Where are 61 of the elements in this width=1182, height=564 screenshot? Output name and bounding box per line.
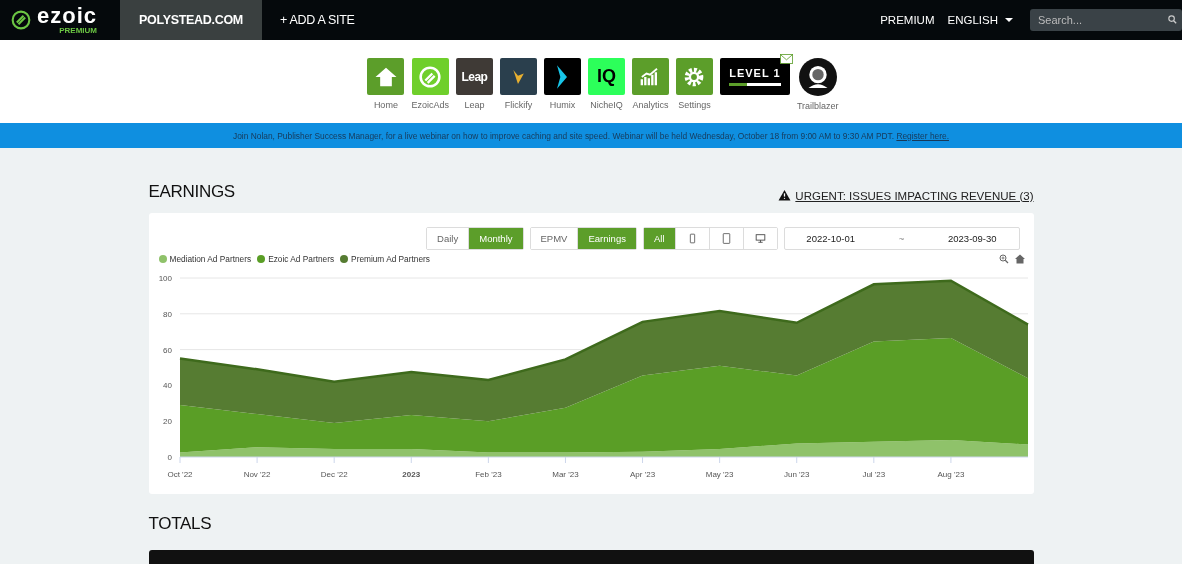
x-tick-label: Nov '22 <box>243 470 271 479</box>
app-label: Home <box>373 100 398 110</box>
x-tick-label: Jul '23 <box>861 470 885 479</box>
app-label: Flickify <box>504 100 533 110</box>
app-tile[interactable] <box>411 58 449 95</box>
y-tick-label: 80 <box>162 309 172 319</box>
section-title: EARNINGS <box>148 182 235 202</box>
legend-item[interactable]: Ezoic Ad Partners <box>257 254 335 264</box>
x-tick-label: Jun '23 <box>783 470 809 479</box>
app-tile[interactable] <box>675 58 713 95</box>
site-tab[interactable]: + ADD A SITE <box>262 0 373 40</box>
y-tick-label: 0 <box>167 453 172 462</box>
app-label: NicheIQ <box>590 100 623 110</box>
logo-icon <box>11 10 31 30</box>
date-range-field[interactable]: 2022-10-01 ~ 2023-09-30 <box>783 227 1020 250</box>
section-title: TOTALS <box>148 514 213 534</box>
avatar-icon[interactable] <box>798 58 837 96</box>
app-label: Trailblazer <box>796 101 839 111</box>
search-field[interactable]: Search... <box>1030 9 1182 31</box>
zoom-in-icon[interactable] <box>997 253 1010 265</box>
x-tick-label: May '23 <box>705 470 733 479</box>
app-label: EzoicAds <box>411 100 449 110</box>
logo-wordmark: ezoic <box>37 5 98 27</box>
site-tab[interactable]: POLYSTEAD.COM <box>120 0 262 40</box>
level-badge[interactable]: LEVEL 1 <box>719 58 790 95</box>
app-tile[interactable] <box>631 58 669 95</box>
app-tile[interactable] <box>367 58 405 95</box>
x-tick-label: Apr '23 <box>629 470 655 479</box>
nicheiq-tile[interactable]: IQ <box>587 58 625 95</box>
banner-message: Join Nolan, Publisher Success Manager, for a live webinar on how to improve caching and site speed. Webinar will be held Wednesday, October 18 from 9:00 AM to 9:30 AM PDT. Register here. <box>233 130 949 141</box>
humix-icon <box>557 64 568 89</box>
y-tick-label: 60 <box>162 345 172 355</box>
desktop-icon <box>753 232 767 245</box>
x-tick-label: Feb '23 <box>474 470 502 479</box>
mail-icon <box>779 54 793 64</box>
urgent-issues-link[interactable]: URGENT: ISSUES IMPACTING REVENUE (3) <box>778 189 1034 202</box>
app-label: Analytics <box>632 100 669 110</box>
app-tile[interactable] <box>543 58 581 95</box>
home-icon[interactable] <box>1013 253 1026 265</box>
language-dropdown[interactable]: ENGLISH <box>947 0 1013 40</box>
toggle-button[interactable]: Daily <box>427 228 470 249</box>
warning-icon <box>778 189 792 202</box>
legend-item[interactable]: Premium Ad Partners <box>340 254 430 264</box>
x-tick-label: Dec '22 <box>320 470 348 479</box>
app-label: Settings <box>678 100 711 110</box>
y-tick-label: 40 <box>162 381 172 391</box>
app-label: Humix <box>549 100 576 110</box>
app-label: Leap <box>464 100 485 110</box>
leap-tile[interactable]: Leap <box>455 58 493 95</box>
y-tick-label: 100 <box>158 274 172 283</box>
app-tile[interactable] <box>499 58 537 95</box>
x-tick-label: Mar '23 <box>551 470 579 479</box>
x-tick-label: 2023 <box>401 470 420 479</box>
y-tick-label: 20 <box>162 417 172 427</box>
tier-label: PREMIUM <box>59 27 98 35</box>
x-tick-label: Aug '23 <box>936 470 964 479</box>
toggle-button[interactable]: EPMV <box>530 228 579 249</box>
search-icon <box>1167 14 1178 25</box>
top-link[interactable]: PREMIUM <box>880 0 935 40</box>
legend-item[interactable]: Mediation Ad Partners <box>158 254 252 264</box>
x-tick-label: Oct '22 <box>166 470 193 479</box>
